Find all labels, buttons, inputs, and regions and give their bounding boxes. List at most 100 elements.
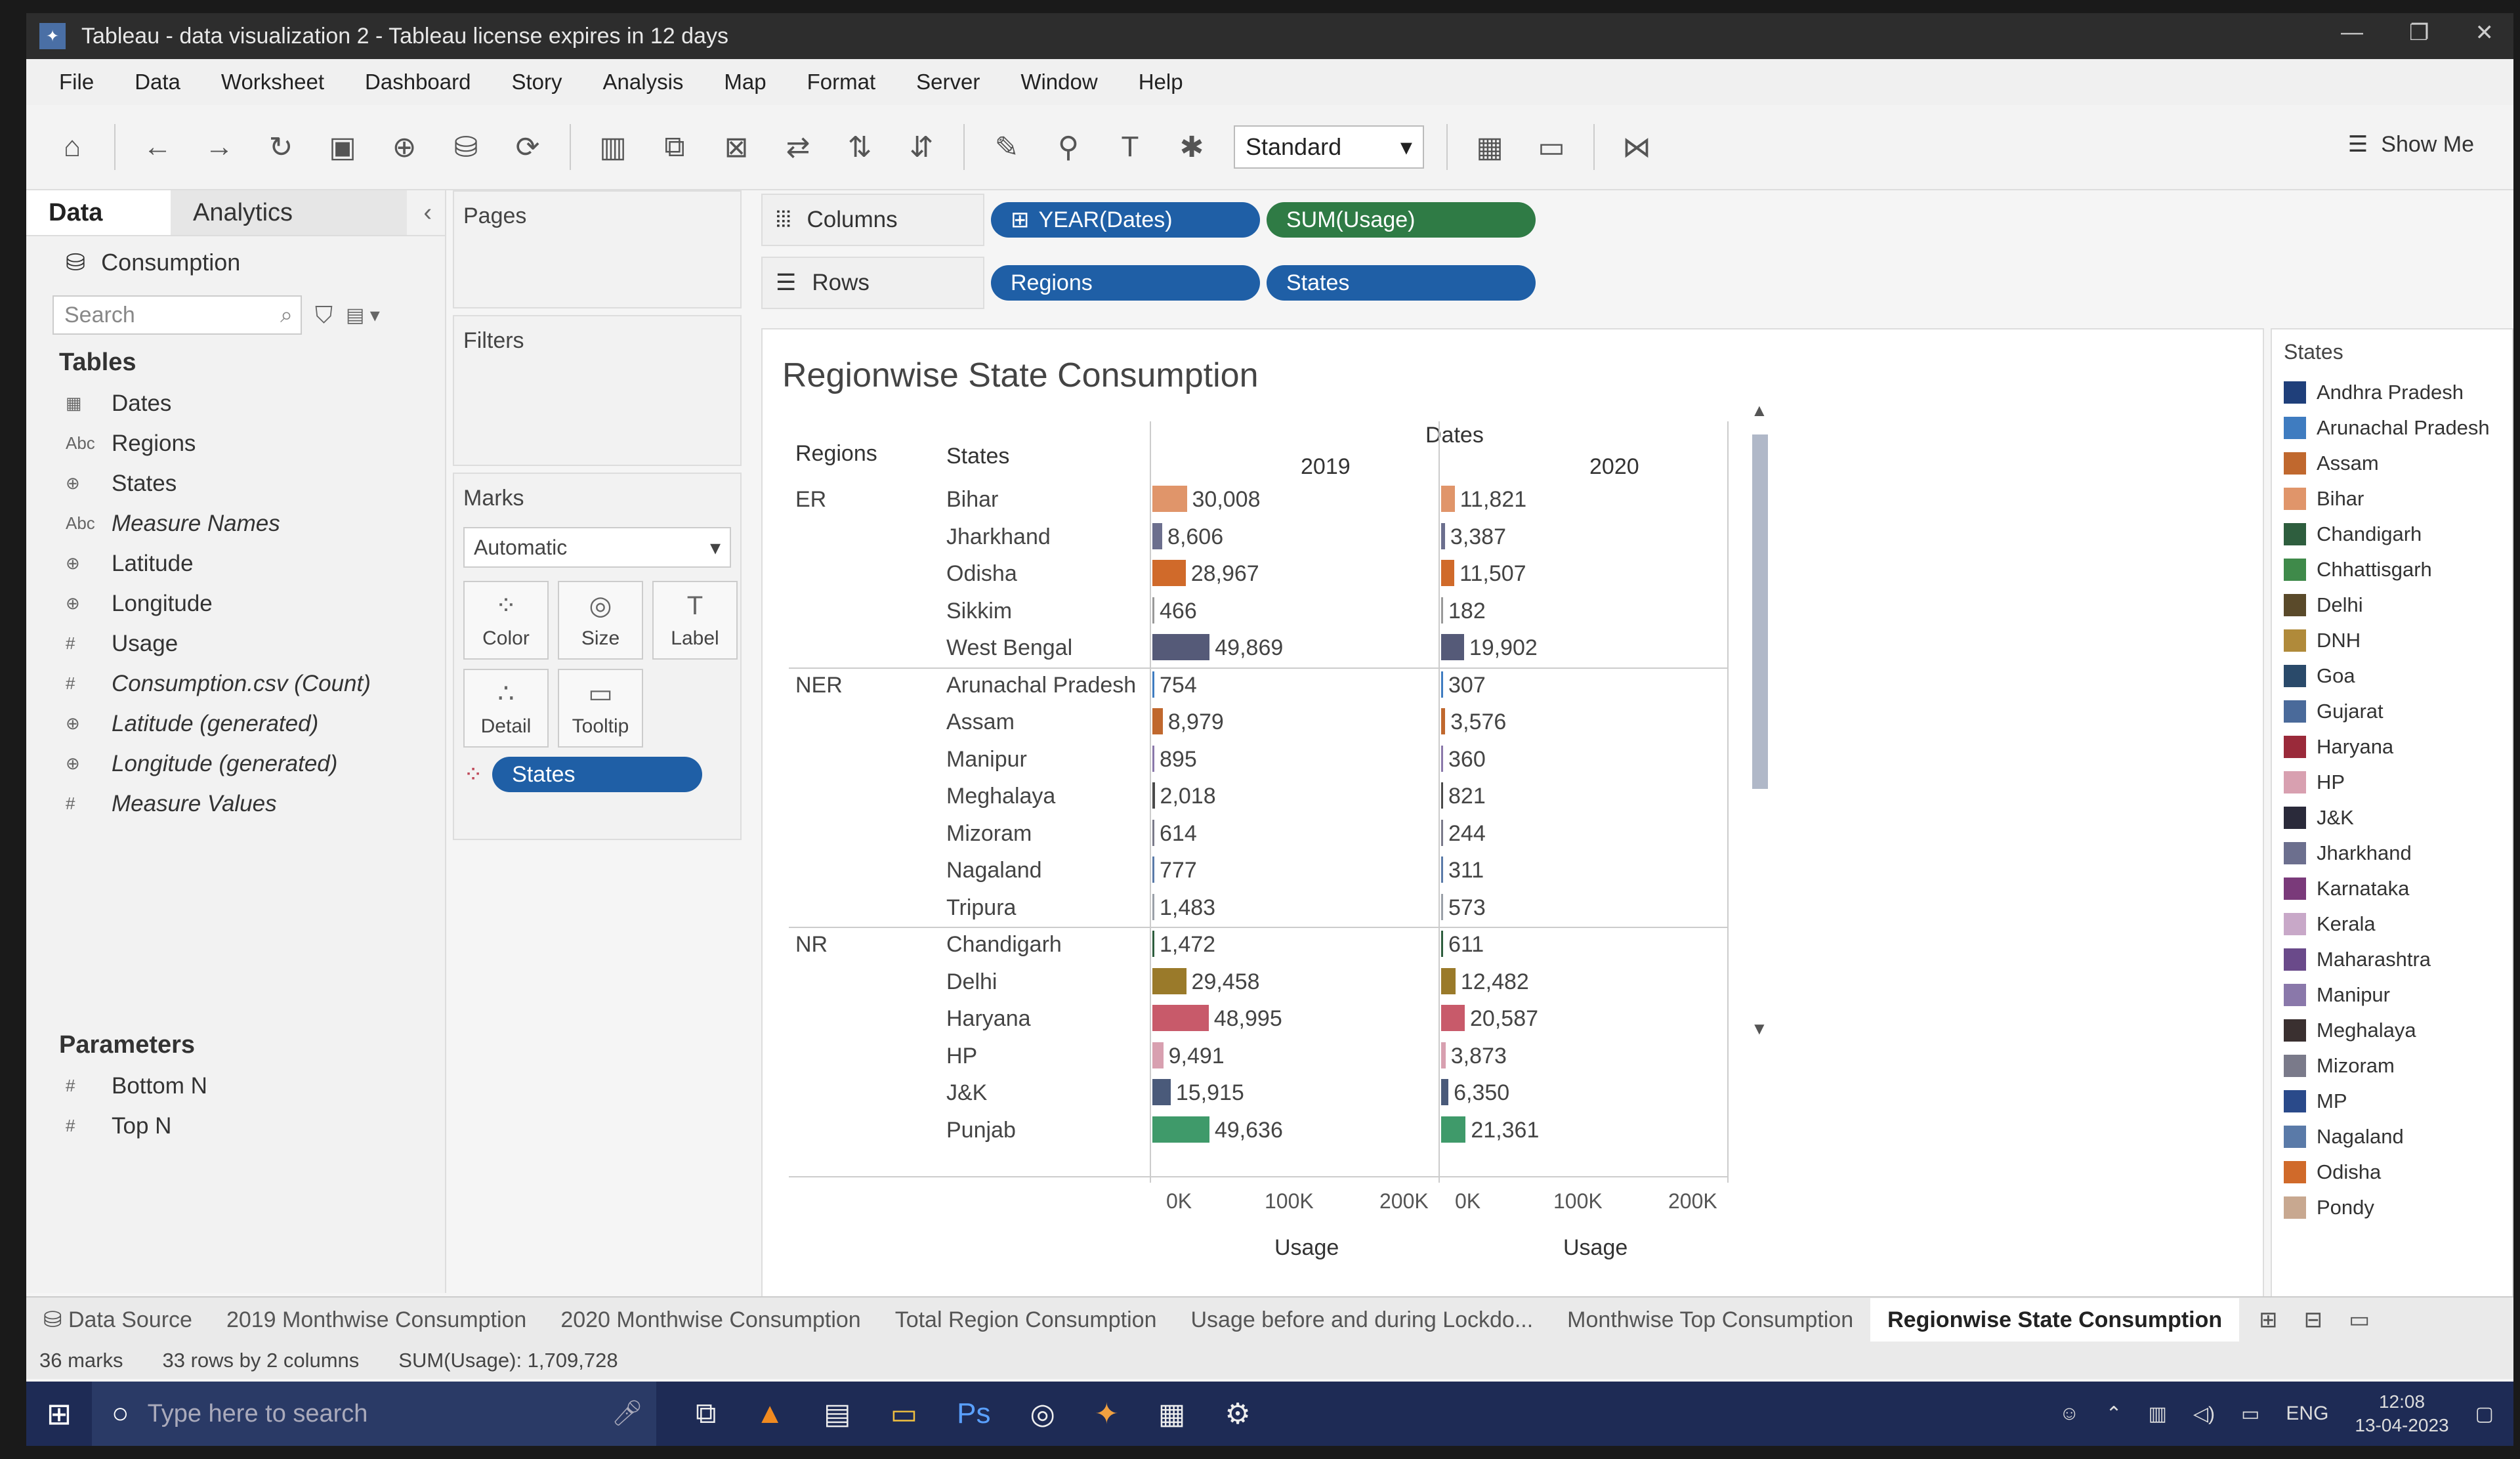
usage-bar[interactable] [1441, 486, 1455, 512]
size-button[interactable]: ◎ Size [558, 581, 643, 660]
fit-select[interactable]: Standard ▾ [1234, 125, 1424, 169]
sum-usage-pill[interactable]: SUM(Usage) [1267, 202, 1536, 238]
new-datasource-icon[interactable]: ⊕ [385, 127, 424, 167]
legend-item[interactable]: Nagaland [2272, 1119, 2512, 1154]
detail-button[interactable]: ∴ Detail [463, 669, 549, 748]
usage-bar[interactable] [1441, 634, 1464, 660]
duplicate-sheet-icon[interactable]: ⧉ [655, 127, 694, 167]
menu-dashboard[interactable]: Dashboard [365, 70, 471, 95]
usage-bar[interactable] [1152, 819, 1154, 846]
legend-item[interactable]: MP [2272, 1084, 2512, 1119]
field-regions[interactable]: Abc Regions [26, 423, 445, 463]
state-label[interactable]: J&K [946, 1080, 987, 1106]
scrollbar-thumb[interactable] [1752, 434, 1768, 789]
windows-start-icon[interactable]: ⊞ [26, 1396, 92, 1431]
state-label[interactable]: Odisha [946, 561, 1017, 587]
color-button[interactable]: ⁘ Color [463, 581, 549, 660]
menu-server[interactable]: Server [916, 70, 980, 95]
field-longitude-generated[interactable]: ⊕ Longitude (generated) [26, 744, 445, 784]
microphone-icon[interactable]: 🎤︎ [612, 1399, 643, 1428]
legend-item[interactable]: Jharkhand [2272, 835, 2512, 871]
sort-ascending-icon[interactable]: ⇅ [840, 127, 879, 167]
state-label[interactable]: Chandigarh [946, 932, 1062, 958]
usage-bar[interactable] [1441, 671, 1443, 698]
usage-bar[interactable] [1152, 1116, 1209, 1143]
new-worksheet-icon[interactable]: ⊞ [2259, 1307, 2278, 1333]
menu-data[interactable]: Data [135, 70, 180, 95]
sheet-tab[interactable]: Total Region Consumption [878, 1307, 1174, 1333]
usage-bar[interactable] [1152, 1079, 1171, 1105]
pin-icon[interactable]: ✱ [1172, 127, 1211, 167]
field-measure-values[interactable]: # Measure Values [26, 784, 445, 824]
legend-item[interactable]: Gujarat [2272, 694, 2512, 729]
tableau-taskbar-icon[interactable]: ✦ [1095, 1397, 1119, 1431]
sort-descending-icon[interactable]: ⇵ [902, 127, 941, 167]
legend-item[interactable]: Mizoram [2272, 1048, 2512, 1084]
taskbar-search[interactable]: ○ Type here to search 🎤︎ [92, 1382, 656, 1446]
chevron-up-icon[interactable]: ⌃ [2105, 1403, 2122, 1426]
settings-icon[interactable]: ⚙ [1225, 1397, 1250, 1431]
pages-card[interactable]: Pages [453, 190, 742, 308]
menu-analysis[interactable]: Analysis [603, 70, 684, 95]
legend-item[interactable]: Manipur [2272, 977, 2512, 1013]
minimize-icon[interactable]: — [2341, 20, 2363, 46]
usage-bar[interactable] [1441, 597, 1443, 624]
usage-bar[interactable] [1441, 856, 1443, 883]
menu-map[interactable]: Map [724, 70, 766, 95]
field-count[interactable]: # Consumption.csv (Count) [26, 664, 445, 704]
swap-icon[interactable]: ⇄ [778, 127, 818, 167]
legend-item[interactable]: Pondy [2272, 1190, 2512, 1225]
field-latitude[interactable]: ⊕ Latitude [26, 543, 445, 583]
state-label[interactable]: Bihar [946, 487, 998, 513]
field-latitude-generated[interactable]: ⊕ Latitude (generated) [26, 704, 445, 744]
clear-sheet-icon[interactable]: ⊠ [717, 127, 756, 167]
usage-bar[interactable] [1441, 893, 1443, 920]
refresh-icon[interactable]: ⟳ [508, 127, 547, 167]
datasource-item[interactable]: ⛁ Consumption [26, 236, 445, 289]
close-icon[interactable]: ✕ [2475, 20, 2494, 46]
state-label[interactable]: Meghalaya [946, 784, 1055, 809]
usage-bar[interactable] [1152, 486, 1187, 512]
legend-item[interactable]: HP [2272, 765, 2512, 800]
clock[interactable]: 12:08 13-04-2023 [2355, 1390, 2448, 1438]
state-label[interactable]: Mizoram [946, 821, 1032, 847]
usage-bar[interactable] [1441, 931, 1443, 957]
menu-window[interactable]: Window [1020, 70, 1097, 95]
legend-item[interactable]: Haryana [2272, 729, 2512, 765]
state-label[interactable]: Tripura [946, 895, 1016, 921]
state-label[interactable]: Sikkim [946, 599, 1012, 624]
legend-item[interactable]: Goa [2272, 658, 2512, 694]
legend-item[interactable]: Assam [2272, 446, 2512, 481]
menu-file[interactable]: File [59, 70, 94, 95]
calculator-icon[interactable]: ▦ [1158, 1397, 1186, 1431]
forward-icon[interactable]: → [200, 127, 239, 167]
usage-bar[interactable] [1152, 522, 1163, 549]
usage-bar[interactable] [1152, 967, 1186, 994]
usage-bar[interactable] [1441, 967, 1456, 994]
menu-format[interactable]: Format [807, 70, 876, 95]
filter-icon[interactable]: ⛉ [315, 301, 333, 329]
legend-item[interactable]: Meghalaya [2272, 1013, 2512, 1048]
legend-item[interactable]: Karnataka [2272, 871, 2512, 906]
legend-item[interactable]: DNH [2272, 623, 2512, 658]
menu-story[interactable]: Story [511, 70, 562, 95]
state-label[interactable]: Delhi [946, 969, 997, 995]
people-icon[interactable]: ☺ [2059, 1403, 2080, 1425]
sheet-tab-active[interactable]: Regionwise State Consumption [1870, 1298, 2240, 1342]
usage-bar[interactable] [1152, 856, 1154, 883]
back-icon[interactable]: ← [138, 127, 177, 167]
datasource-icon[interactable]: ⛁ [446, 127, 486, 167]
usage-bar[interactable] [1152, 782, 1155, 809]
collapse-pane-icon[interactable]: ‹ [423, 190, 445, 235]
sheet-tab[interactable]: 2019 Monthwise Consumption [209, 1307, 543, 1333]
usage-bar[interactable] [1152, 745, 1154, 772]
usage-bar[interactable] [1441, 522, 1445, 549]
vlc-icon[interactable]: ▲ [755, 1397, 784, 1431]
restore-icon[interactable]: ❐ [2409, 20, 2429, 46]
group-icon[interactable]: ⚲ [1049, 127, 1088, 167]
sheet-tab[interactable]: Usage before and during Lockdo... [1173, 1307, 1550, 1333]
sheet-tab[interactable]: 2020 Monthwise Consumption [543, 1307, 877, 1333]
filters-card[interactable]: Filters [453, 315, 742, 466]
usage-bar[interactable] [1152, 1042, 1164, 1068]
state-label[interactable]: Nagaland [946, 858, 1042, 883]
